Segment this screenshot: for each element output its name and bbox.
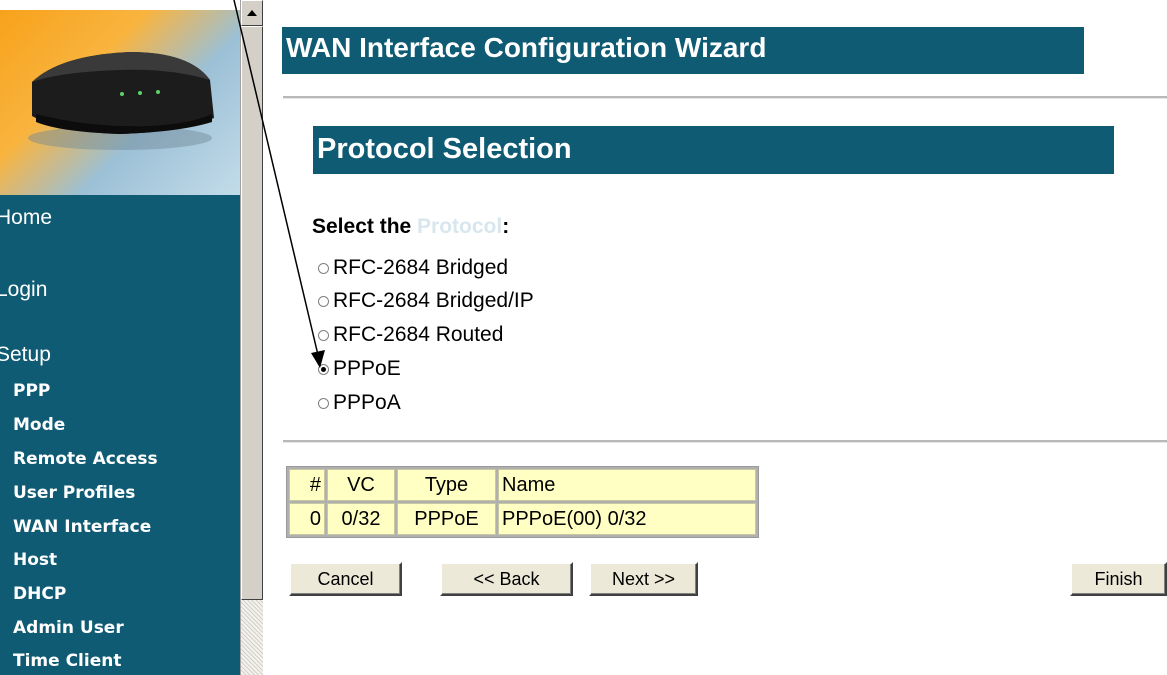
radio-button[interactable] [318,329,329,341]
nav-remote-access[interactable]: Remote Access [13,449,158,469]
protocol-option-rfc2684-bridged-ip[interactable]: RFC-2684 Bridged/IP [318,287,534,315]
table-cell-num: 0 [289,503,325,535]
table-header-num: # [289,469,325,501]
nav-wan-interface[interactable]: WAN Interface [13,517,151,537]
prompt-highlight: Protocol [417,215,503,238]
protocol-option-label: RFC-2684 Routed [333,323,504,346]
next-button[interactable]: Next >> [589,562,698,596]
protocol-option-label: PPPoE [333,357,401,380]
radio-button-selected[interactable] [318,363,329,375]
finish-button[interactable]: Finish [1070,562,1167,596]
table-row: 0 0/32 PPPoE PPPoE(00) 0/32 [289,503,756,535]
protocol-option-label: RFC-2684 Bridged/IP [333,289,534,312]
cancel-button[interactable]: Cancel [289,562,402,596]
protocol-prompt: Select the Protocol: [312,215,509,239]
nav-host[interactable]: Host [13,550,57,570]
scroll-up-button[interactable] [241,0,263,26]
nav-user-profiles[interactable]: User Profiles [13,483,135,503]
nav-home[interactable]: Home [0,206,52,230]
table-header-vc: VC [327,469,395,501]
table-cell-vc: 0/32 [327,503,395,535]
arrow-up-icon [247,10,257,16]
protocol-option-pppoe[interactable]: PPPoE [318,355,401,383]
scroll-thumb[interactable] [241,26,263,600]
radio-button[interactable] [318,262,329,274]
nav-setup[interactable]: Setup [0,343,51,367]
section-title: Protocol Selection [313,126,1114,174]
radio-button[interactable] [318,397,329,409]
router-image [0,10,240,195]
table-cell-name: PPPoE(00) 0/32 [498,503,756,535]
nav-dhcp[interactable]: DHCP [13,584,66,604]
nav-time-client[interactable]: Time Client [13,651,121,671]
nav-admin-user[interactable]: Admin User [13,618,124,638]
table-header-type: Type [397,469,496,501]
protocol-option-label: RFC-2684 Bridged [333,256,509,279]
vc-table: # VC Type Name 0 0/32 PPPoE PPPoE(00) 0/… [286,466,759,538]
sidebar: Home Login Setup PPP Mode Remote Access … [0,0,240,675]
prompt-suffix: : [502,215,510,238]
table-header-row: # VC Type Name [289,469,756,501]
nav-ppp[interactable]: PPP [13,381,50,401]
wizard-title: WAN Interface Configuration Wizard [282,27,1084,74]
nav-mode[interactable]: Mode [13,415,65,435]
protocol-option-rfc2684-bridged[interactable]: RFC-2684 Bridged [318,254,508,282]
table-cell-type: PPPoE [397,503,496,535]
sidebar-scrollbar[interactable] [240,0,263,675]
protocol-option-rfc2684-routed[interactable]: RFC-2684 Routed [318,321,503,349]
table-header-name: Name [498,469,756,501]
back-button[interactable]: << Back [440,562,573,596]
radio-button[interactable] [318,295,329,307]
protocol-option-pppoa[interactable]: PPPoA [318,389,401,417]
nav-login[interactable]: Login [0,278,47,302]
protocol-option-label: PPPoA [333,391,401,414]
divider-top [283,96,1167,99]
sidebar-top-strip [0,0,240,10]
divider-bottom [283,440,1167,443]
prompt-prefix: Select the [312,215,418,238]
